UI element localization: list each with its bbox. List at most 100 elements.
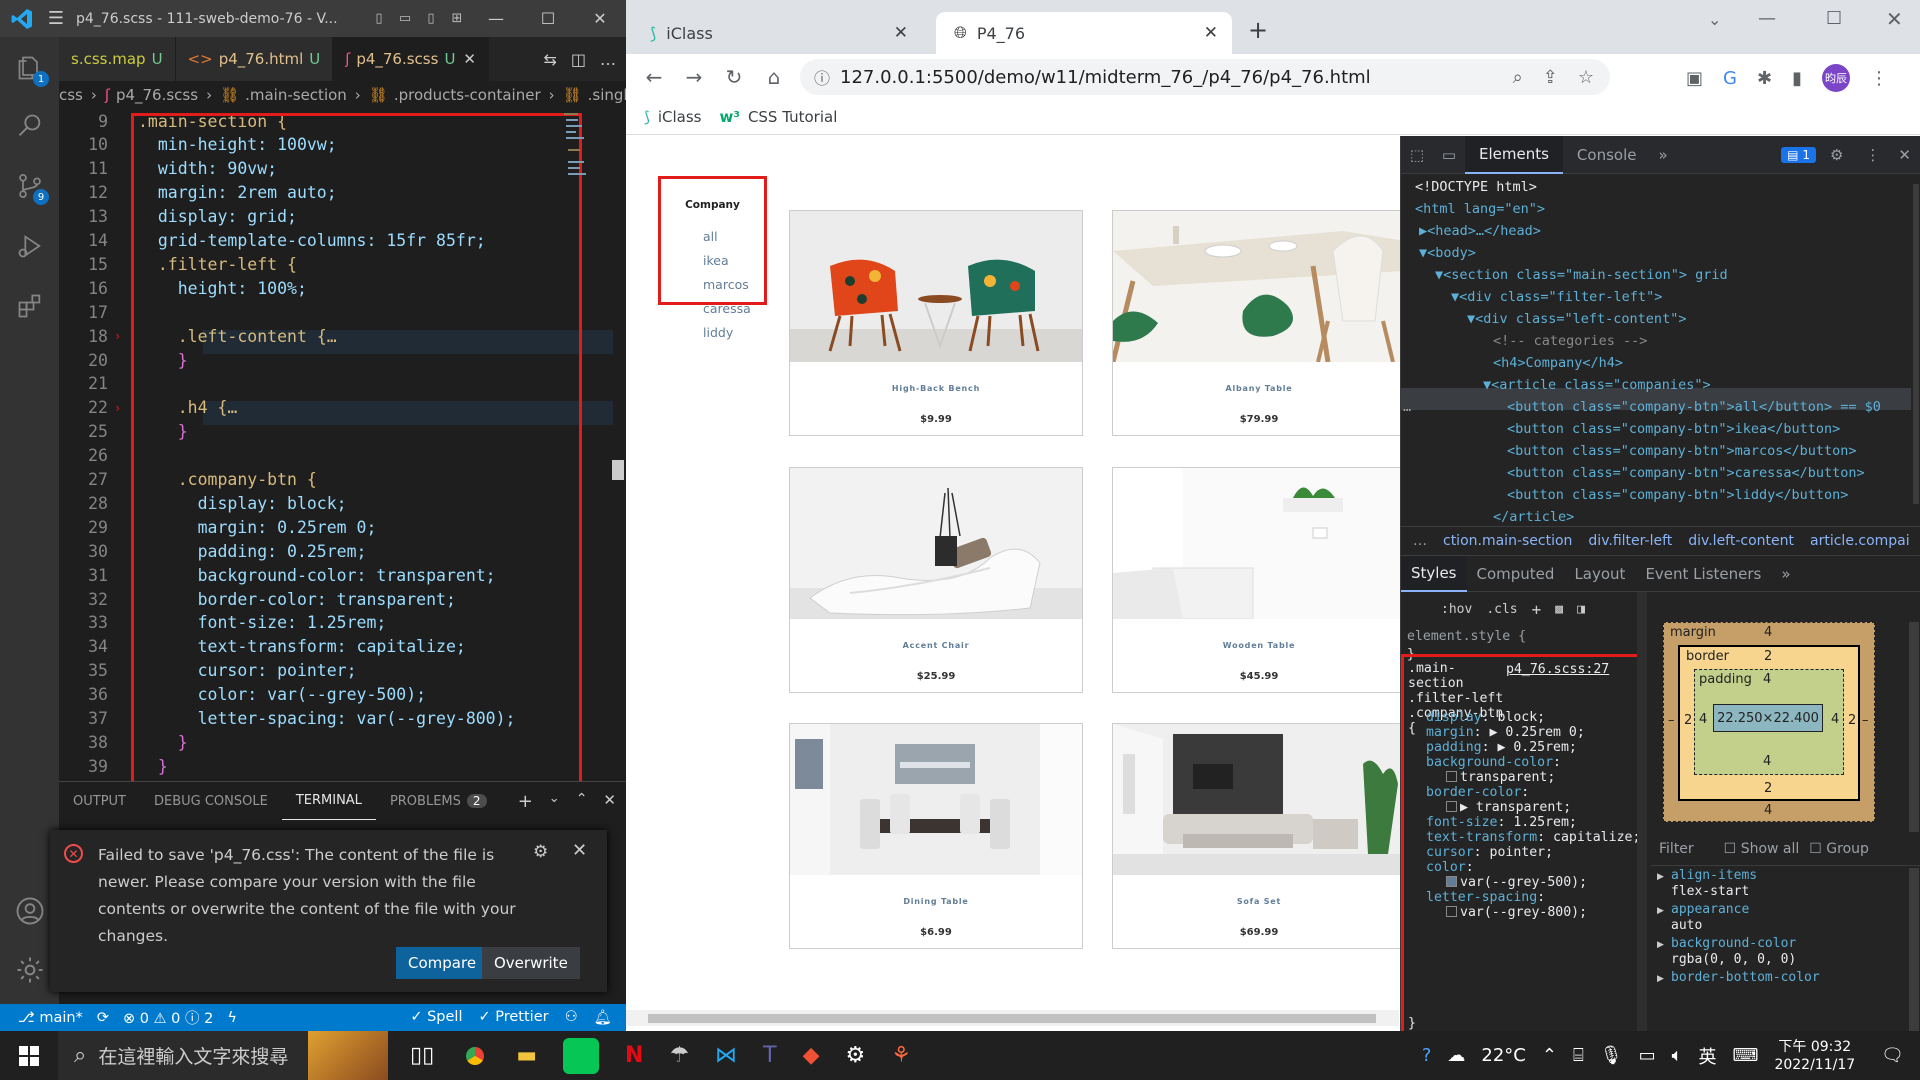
dom-node[interactable]: <button class="company-btn">ikea</button…	[1507, 418, 1840, 440]
box-scrollbar[interactable]	[1909, 622, 1919, 832]
color-swatch-icon[interactable]	[1446, 906, 1457, 917]
vscode-taskbar-icon[interactable]: ⋈	[715, 1043, 737, 1068]
company-btn[interactable]: ikea	[703, 253, 729, 268]
windows-start-icon[interactable]	[0, 1031, 58, 1080]
devtools-settings-icon[interactable]: ⚙	[1816, 146, 1857, 164]
sync-icon[interactable]: ⟳	[97, 1010, 109, 1026]
tab-elements[interactable]: Elements	[1465, 135, 1563, 174]
css-value[interactable]: var(--grey-500);	[1460, 875, 1587, 890]
menu-icon[interactable]: ☰	[44, 8, 68, 29]
css-value[interactable]: capitalize;	[1553, 830, 1640, 845]
source-control-icon[interactable]: 9	[12, 168, 49, 205]
zoom-icon[interactable]: ⌕	[1513, 67, 1523, 88]
element-style-rule[interactable]: element.style {	[1407, 628, 1526, 646]
content-box[interactable]: 22.250×22.400	[1713, 704, 1823, 732]
side-panel-icon[interactable]: ▮	[1792, 68, 1802, 89]
css-value[interactable]: transparent;	[1460, 770, 1555, 785]
forward-icon[interactable]: →	[674, 65, 714, 89]
bookmark-css-tutorial[interactable]: w³ CSS Tutorial	[720, 108, 838, 126]
product-card[interactable]: Dining Table $6.99	[789, 723, 1083, 949]
notification-gear-icon[interactable]: ⚙	[533, 842, 548, 862]
tab-styles[interactable]: Styles	[1401, 555, 1467, 592]
git-app-icon[interactable]: ◆	[803, 1043, 820, 1068]
dom-node[interactable]: ▼<article class="companies">	[1483, 374, 1711, 396]
tab-problems[interactable]: PROBLEMS 2	[376, 782, 501, 820]
compare-changes-icon[interactable]: ⇆	[543, 50, 556, 69]
clock[interactable]: 下午 09:32 2022/11/17	[1774, 1038, 1855, 1074]
cls-toggle[interactable]: .cls	[1486, 602, 1517, 617]
group-checkbox[interactable]: ☐ Group	[1809, 841, 1869, 857]
close-panel-icon[interactable]: ✕	[603, 791, 616, 812]
prettier-indicator[interactable]: ✓ Prettier	[478, 1009, 548, 1026]
company-btn[interactable]: liddy	[703, 325, 733, 340]
dom-node[interactable]: ▼<div class="left-content">	[1467, 308, 1686, 330]
settings-gear-icon[interactable]	[12, 952, 47, 987]
maximize-panel-icon[interactable]: ⌃	[576, 791, 588, 812]
dom-node[interactable]: <button class="company-btn">caressa</but…	[1507, 462, 1865, 484]
code-editor[interactable]: 9 .main-section {10 min-height: 100vw; 11 …	[59, 109, 626, 789]
crumb-folder[interactable]: css	[59, 86, 83, 104]
css-rule-block[interactable]: .main-section .filter-left .company-btn …	[1401, 654, 1641, 1031]
more-actions-icon[interactable]: …	[600, 50, 616, 69]
dom-crumb[interactable]: div.left-content	[1688, 533, 1794, 549]
compare-button[interactable]: Compare	[396, 947, 489, 979]
extension-chat-icon[interactable]: ▣	[1686, 68, 1703, 89]
layout-custom-icon[interactable]: ⊞	[444, 11, 470, 26]
account-icon[interactable]	[12, 893, 47, 928]
new-terminal-icon[interactable]: +	[518, 791, 533, 812]
devtools-close-icon[interactable]: ✕	[1888, 146, 1920, 164]
color-swatch-icon[interactable]	[1446, 771, 1457, 782]
css-value[interactable]: block;	[1497, 710, 1545, 725]
reload-icon[interactable]: ↻	[714, 65, 754, 89]
more-subtabs-icon[interactable]: »	[1771, 556, 1800, 592]
layout-sidebar-icon[interactable]: ▯	[366, 11, 392, 26]
product-card[interactable]: Albany Table $79.99	[1112, 210, 1406, 436]
back-icon[interactable]: ←	[634, 65, 674, 89]
task-view-icon[interactable]: ▯▯	[410, 1043, 434, 1068]
extensions-icon[interactable]	[12, 288, 47, 323]
layout-secondary-icon[interactable]: ▯	[418, 11, 444, 26]
dom-node[interactable]: <button class="company-btn">liddy</butto…	[1507, 484, 1848, 506]
computed-scrollbar[interactable]	[1909, 868, 1919, 1031]
dom-tree[interactable]: <!DOCTYPE html> <html lang="en"> ▶<head>…	[1401, 176, 1920, 526]
home-icon[interactable]: ⌂	[754, 65, 794, 89]
crumb-selector[interactable]: .single-	[588, 86, 626, 104]
tab-computed[interactable]: Computed	[1467, 556, 1565, 592]
dom-node[interactable]: <h4>Company</h4>	[1493, 352, 1623, 374]
mic-icon[interactable]: 🎙︎	[1600, 1045, 1623, 1066]
company-btn[interactable]: caressa	[703, 301, 751, 316]
chrome-taskbar-icon[interactable]	[460, 1040, 491, 1071]
padding-box[interactable]: padding 4 4 4 4 22.250×22.400	[1694, 669, 1844, 775]
search-icon[interactable]	[12, 108, 47, 143]
ime-indicator[interactable]: 英	[1698, 1043, 1716, 1069]
inspect-icon[interactable]: ⬚	[1401, 146, 1433, 164]
minimap[interactable]	[560, 109, 590, 229]
expand-triangle-icon[interactable]: ▶	[1657, 906, 1664, 916]
tab-output[interactable]: OUTPUT	[59, 782, 140, 820]
product-card[interactable]: Accent Chair $25.99	[789, 467, 1083, 693]
tab-close-icon[interactable]: ✕	[463, 50, 476, 68]
weather-icon[interactable]: ☁	[1447, 1045, 1465, 1066]
close-icon[interactable]: ✕	[574, 9, 626, 28]
avatar[interactable]: 昀辰	[1821, 64, 1850, 92]
help-icon[interactable]: ?	[1422, 1045, 1432, 1066]
border-box[interactable]: border 2 2 2 2 padding 4 4 4 4 22.250×22…	[1678, 645, 1860, 801]
paint-app-icon[interactable]: ☂	[669, 1043, 689, 1068]
tray-chevron-icon[interactable]: ⌃	[1542, 1045, 1557, 1066]
notification-close-icon[interactable]: ✕	[572, 840, 587, 861]
dom-crumb[interactable]: div.filter-left	[1588, 533, 1672, 549]
issues-badge[interactable]: ▤ 1	[1781, 146, 1816, 163]
dom-node[interactable]: <button class="company-btn">marcos</butt…	[1507, 440, 1857, 462]
crumb-selector[interactable]: .products-container	[394, 86, 541, 104]
extensions-puzzle-icon[interactable]: ✱	[1757, 68, 1772, 89]
dom-node[interactable]: ▼<body>	[1419, 242, 1476, 264]
account-feedback-icon[interactable]: ⚇	[565, 1009, 578, 1026]
settings-taskbar-icon[interactable]: ⚙	[846, 1043, 866, 1068]
dom-node[interactable]: <!DOCTYPE html>	[1415, 176, 1537, 198]
computed-styles-icon[interactable]: ▩	[1555, 602, 1563, 617]
speaker-icon[interactable]: 🔈︎	[1672, 1045, 1683, 1066]
company-btn[interactable]: marcos	[703, 277, 749, 292]
show-all-checkbox[interactable]: ☐ Show all	[1724, 841, 1800, 857]
info-icon[interactable]: ⓘ	[814, 65, 830, 89]
layout-panel-icon[interactable]: ▭	[392, 11, 418, 26]
